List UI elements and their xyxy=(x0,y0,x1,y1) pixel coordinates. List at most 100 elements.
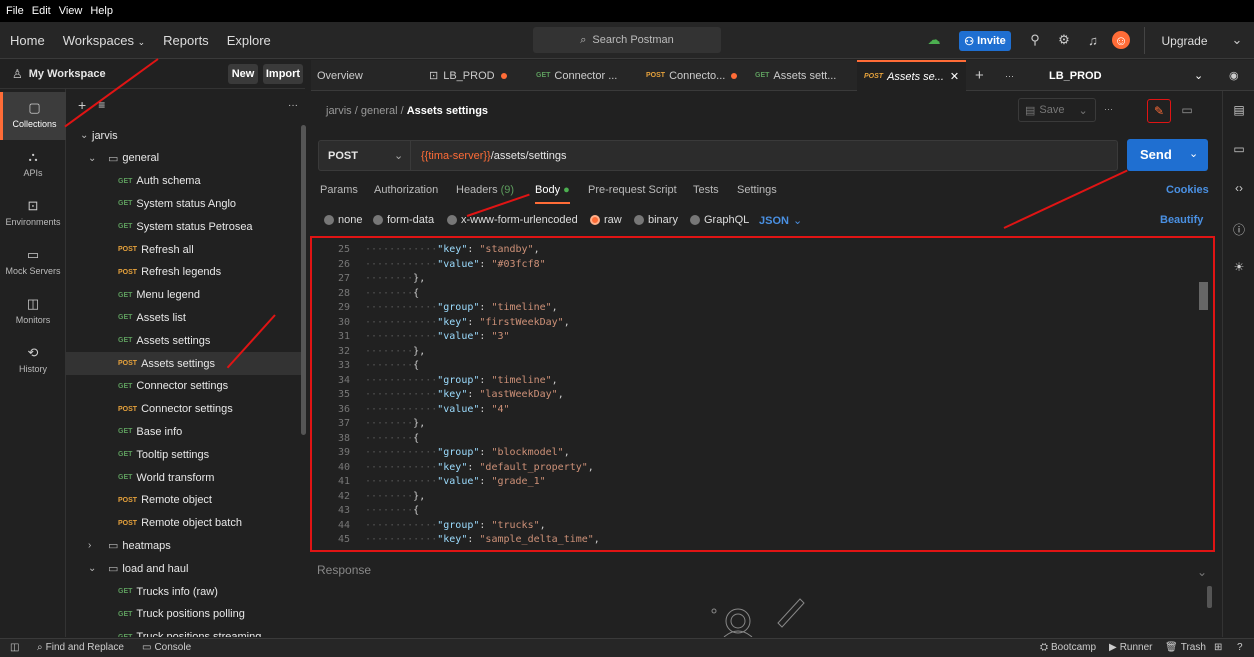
tab-pre-request-script[interactable]: Pre-request Script xyxy=(588,184,677,196)
request-item[interactable]: GET Trucks info (raw) xyxy=(66,580,301,603)
rail-history[interactable]: ⟲ History xyxy=(0,337,66,385)
tab-post-connector[interactable]: POST Connecto... xyxy=(646,60,746,91)
radio-binary[interactable]: binary xyxy=(634,214,678,226)
chevron-down-icon[interactable]: ⌄ xyxy=(1228,31,1246,49)
nav-explore[interactable]: Explore xyxy=(227,33,271,48)
request-item[interactable]: GET Assets settings xyxy=(66,329,301,352)
request-item[interactable]: POST Assets settings xyxy=(66,352,301,375)
request-item[interactable]: GET Tooltip settings xyxy=(66,443,301,466)
help-icon[interactable]: ? xyxy=(1237,642,1243,653)
request-item[interactable]: POST Refresh legends xyxy=(66,261,301,284)
request-item[interactable]: GET Auth schema xyxy=(66,170,301,193)
rail-collections[interactable]: ▢ Collections xyxy=(0,92,66,140)
nav-home[interactable]: Home xyxy=(10,33,45,48)
request-item[interactable]: GET Connector settings xyxy=(66,375,301,398)
sidebar-toggle-icon[interactable]: ◫ xyxy=(10,642,19,653)
rail-apis[interactable]: ⛬ APIs xyxy=(0,141,66,189)
lightbulb-icon[interactable]: ☀ xyxy=(1231,260,1247,276)
radio-raw[interactable]: raw xyxy=(590,214,622,226)
nav-reports[interactable]: Reports xyxy=(163,33,209,48)
eye-icon[interactable]: ◉ xyxy=(1229,60,1249,91)
rail-environments[interactable]: ⊡ Environments xyxy=(0,190,66,238)
request-item[interactable]: GET Base info xyxy=(66,420,301,443)
request-item[interactable]: GET System status Anglo xyxy=(66,192,301,215)
sync-status-icon[interactable]: ☁ xyxy=(925,31,943,49)
response-header[interactable]: Response xyxy=(317,563,371,577)
cookies-link[interactable]: Cookies xyxy=(1166,184,1209,196)
close-icon[interactable]: ✕ xyxy=(950,70,959,83)
tab-get-connector[interactable]: GET Connector ... xyxy=(536,60,636,91)
comment-icon[interactable]: ▭ xyxy=(1175,99,1199,123)
tab-get-assets-settings[interactable]: GET Assets sett... xyxy=(755,60,855,91)
request-item[interactable]: GET Menu legend xyxy=(66,284,301,307)
tab-authorization[interactable]: Authorization xyxy=(374,184,438,196)
more-icon[interactable]: ··· xyxy=(1104,104,1113,114)
tab-headers[interactable]: Headers (9) xyxy=(456,184,514,196)
workspace-name[interactable]: My Workspace xyxy=(29,68,106,80)
save-button[interactable]: ▤ Save ⌄ xyxy=(1018,98,1096,122)
editor-scrollbar[interactable] xyxy=(1199,282,1208,310)
menu-view[interactable]: View xyxy=(59,5,83,17)
edit-icon[interactable]: ✎ xyxy=(1147,99,1171,123)
breadcrumb-folder[interactable]: general xyxy=(361,105,398,117)
url-input[interactable]: {{tima-server}}/assets/settings xyxy=(421,141,567,170)
tab-post-assets-settings[interactable]: POST Assets se... ✕ xyxy=(857,60,966,91)
rail-monitors[interactable]: ◫ Monitors xyxy=(0,288,66,336)
tab-settings[interactable]: Settings xyxy=(737,184,777,196)
breadcrumb-collection[interactable]: jarvis xyxy=(326,105,352,117)
find-replace-button[interactable]: ⌕ Find and Replace xyxy=(37,642,124,653)
import-button[interactable]: Import xyxy=(263,64,303,84)
method-select[interactable]: POST ⌄ xyxy=(319,141,411,170)
code-icon[interactable]: ‹› xyxy=(1231,181,1247,197)
settings-gear-icon[interactable]: ⚙ xyxy=(1055,31,1073,49)
bell-icon[interactable]: ♫ xyxy=(1084,31,1102,49)
environment-selector[interactable]: LB_PROD ⌄ xyxy=(1037,60,1227,91)
trash-button[interactable]: 🗑 Trash xyxy=(1165,642,1206,653)
body-code-editor[interactable]: 25 ············"key": "standby", 26 ·······… xyxy=(310,236,1215,552)
more-tabs-icon[interactable]: ··· xyxy=(1005,60,1025,91)
request-item[interactable]: POST Remote object batch xyxy=(66,512,301,535)
layout-icon[interactable]: ⊞ xyxy=(1214,642,1222,653)
menu-help[interactable]: Help xyxy=(90,5,113,17)
info-icon[interactable]: ⓘ xyxy=(1231,221,1247,237)
new-tab-plus-icon[interactable]: + xyxy=(975,60,995,91)
folder-item[interactable]: ⌄ ▭ general xyxy=(66,147,301,170)
beautify-link[interactable]: Beautify xyxy=(1160,214,1203,226)
upgrade-button[interactable]: Upgrade xyxy=(1144,27,1224,54)
send-button[interactable]: Send ⌄ xyxy=(1127,139,1208,171)
request-item[interactable]: POST Remote object xyxy=(66,489,301,512)
menu-edit[interactable]: Edit xyxy=(32,5,51,17)
radio-form-data[interactable]: form-data xyxy=(373,214,434,226)
format-select[interactable]: JSON ⌄ xyxy=(759,214,802,228)
menu-file[interactable]: File xyxy=(6,5,24,17)
response-scrollbar[interactable] xyxy=(1207,586,1212,608)
runner-button[interactable]: ▶ Runner xyxy=(1109,642,1153,653)
chevron-down-icon[interactable]: ⌄ xyxy=(1197,565,1207,579)
nav-workspaces[interactable]: Workspaces ⌄ xyxy=(63,33,145,48)
collection-item[interactable]: ⌄ jarvis xyxy=(66,124,301,147)
comments-icon[interactable]: ▭ xyxy=(1231,142,1247,158)
request-item[interactable]: GET Truck positions polling xyxy=(66,603,301,626)
breadcrumb-current[interactable]: Assets settings xyxy=(407,105,488,117)
radio-graphql[interactable]: GraphQL xyxy=(690,214,749,226)
request-item[interactable]: POST Refresh all xyxy=(66,238,301,261)
tab-lb-prod[interactable]: ⊡ LB_PROD xyxy=(429,60,524,91)
request-item[interactable]: GET System status Petrosea xyxy=(66,215,301,238)
request-item[interactable]: GET World transform xyxy=(66,466,301,489)
folder-item[interactable]: ⌄ ▭ load and haul xyxy=(66,557,301,580)
folder-item[interactable]: › ▭ heatmaps xyxy=(66,534,301,557)
tab-body[interactable]: Body ● xyxy=(535,184,570,204)
tab-params[interactable]: Params xyxy=(320,184,358,196)
search-input[interactable]: ⌕ Search Postman xyxy=(533,27,721,53)
invite-button[interactable]: ⚇ Invite xyxy=(959,31,1011,51)
avatar[interactable]: ☺ xyxy=(1112,31,1130,49)
documentation-icon[interactable]: ▤ xyxy=(1231,103,1247,119)
satellite-icon[interactable]: ⚲ xyxy=(1026,31,1044,49)
request-item[interactable]: POST Connector settings xyxy=(66,398,301,421)
request-item[interactable]: GET Truck positions streaming xyxy=(66,626,301,637)
bootcamp-button[interactable]: ⛭ Bootcamp xyxy=(1040,642,1096,653)
tab-tests[interactable]: Tests xyxy=(693,184,719,196)
radio-none[interactable]: none xyxy=(324,214,362,226)
sidebar-scrollbar[interactable] xyxy=(301,125,306,435)
new-button[interactable]: New xyxy=(228,64,258,84)
